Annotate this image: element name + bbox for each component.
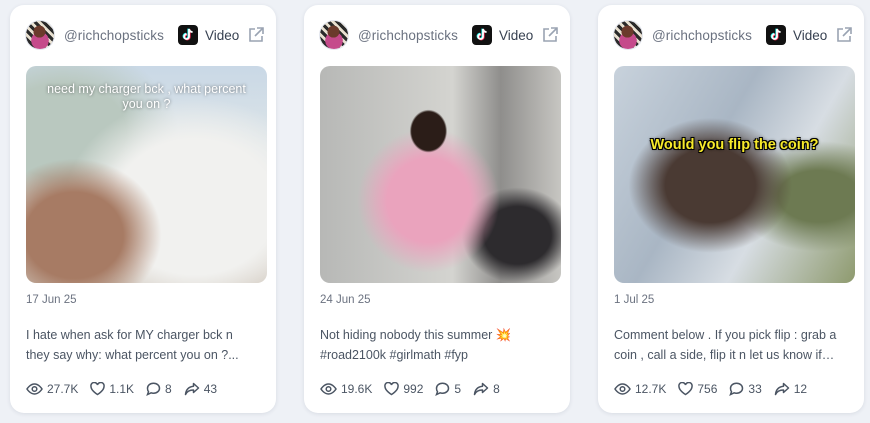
external-link-icon[interactable] [835,26,853,49]
eye-icon [26,383,43,395]
post-card[interactable]: @richchopsticks Video Would you flip the… [598,5,864,413]
video-thumbnail[interactable] [320,66,561,283]
card-header: @richchopsticks Video [320,21,558,51]
post-description: I hate when ask for MY charger bck n the… [26,328,239,362]
username-handle[interactable]: @richchopsticks [64,28,164,43]
comment-icon [146,382,161,396]
likes-count: 756 [697,382,718,396]
shares-count: 12 [793,382,808,396]
post-description: Not hiding nobody this summer 💥 #road210… [320,328,512,362]
comments-stat: 33 [729,382,762,396]
comments-count: 33 [748,382,762,396]
tiktok-icon [178,25,198,45]
post-date: 1 Jul 25 [614,294,655,306]
shares-stat: 12 [774,382,807,396]
username-handle[interactable]: @richchopsticks [358,28,458,43]
views-count: 27.7K [47,382,79,396]
post-card[interactable]: @richchopsticks Video 24 Jun 25 Not hidi… [304,5,570,413]
video-label: Video [205,28,240,43]
shares-count: 43 [203,382,218,396]
comments-count: 5 [454,382,462,396]
likes-stat: 756 [678,382,717,396]
video-overlay-caption: need my charger bck , what percent you o… [47,82,246,111]
post-card[interactable]: @richchopsticks Video need my charger bc… [10,5,276,413]
tiktok-icon [472,25,492,45]
eye-icon [320,383,337,395]
external-link-icon[interactable] [247,26,265,49]
share-icon [184,382,199,396]
username-handle[interactable]: @richchopsticks [652,28,752,43]
likes-stat: 1.1K [90,382,134,396]
views-count: 19.6K [341,382,373,396]
comments-stat: 5 [435,382,461,396]
post-stats: 12.7K 756 33 12 [614,380,819,398]
video-overlay-caption: Would you flip the coin? [650,137,819,153]
external-link-icon[interactable] [541,26,559,49]
comment-icon [435,382,450,396]
post-stats: 19.6K 992 5 8 [320,380,512,398]
likes-stat: 992 [384,382,423,396]
comments-stat: 8 [146,382,172,396]
eye-icon [614,383,631,395]
likes-count: 992 [403,382,424,396]
shares-stat: 43 [184,382,217,396]
share-icon [774,382,789,396]
heart-icon [678,382,694,396]
card-header: @richchopsticks Video [26,21,264,51]
heart-icon [90,382,106,396]
heart-icon [384,382,400,396]
views-count: 12.7K [635,382,667,396]
post-date: 24 Jun 25 [320,294,371,306]
post-stats: 27.7K 1.1K 8 43 [26,380,229,398]
card-header: @richchopsticks Video [614,21,852,51]
comments-count: 8 [165,382,172,396]
post-date: 17 Jun 25 [26,294,77,306]
shares-stat: 8 [473,382,500,396]
share-icon [473,382,489,396]
avatar[interactable] [320,21,348,49]
shares-count: 8 [493,382,500,396]
tiktok-icon [766,25,786,45]
video-label: Video [499,28,534,43]
video-thumbnail[interactable]: Would you flip the coin? [614,66,855,283]
avatar[interactable] [614,21,642,49]
views-stat: 12.7K [614,382,666,396]
views-stat: 27.7K [26,382,78,396]
views-stat: 19.6K [320,382,372,396]
video-label: Video [793,28,828,43]
likes-count: 1.1K [109,382,135,396]
post-description: Comment below . If you pick flip : grab … [614,328,837,362]
comment-icon [729,382,744,396]
avatar[interactable] [26,21,54,49]
video-thumbnail[interactable]: need my charger bck , what percent you o… [26,66,267,283]
